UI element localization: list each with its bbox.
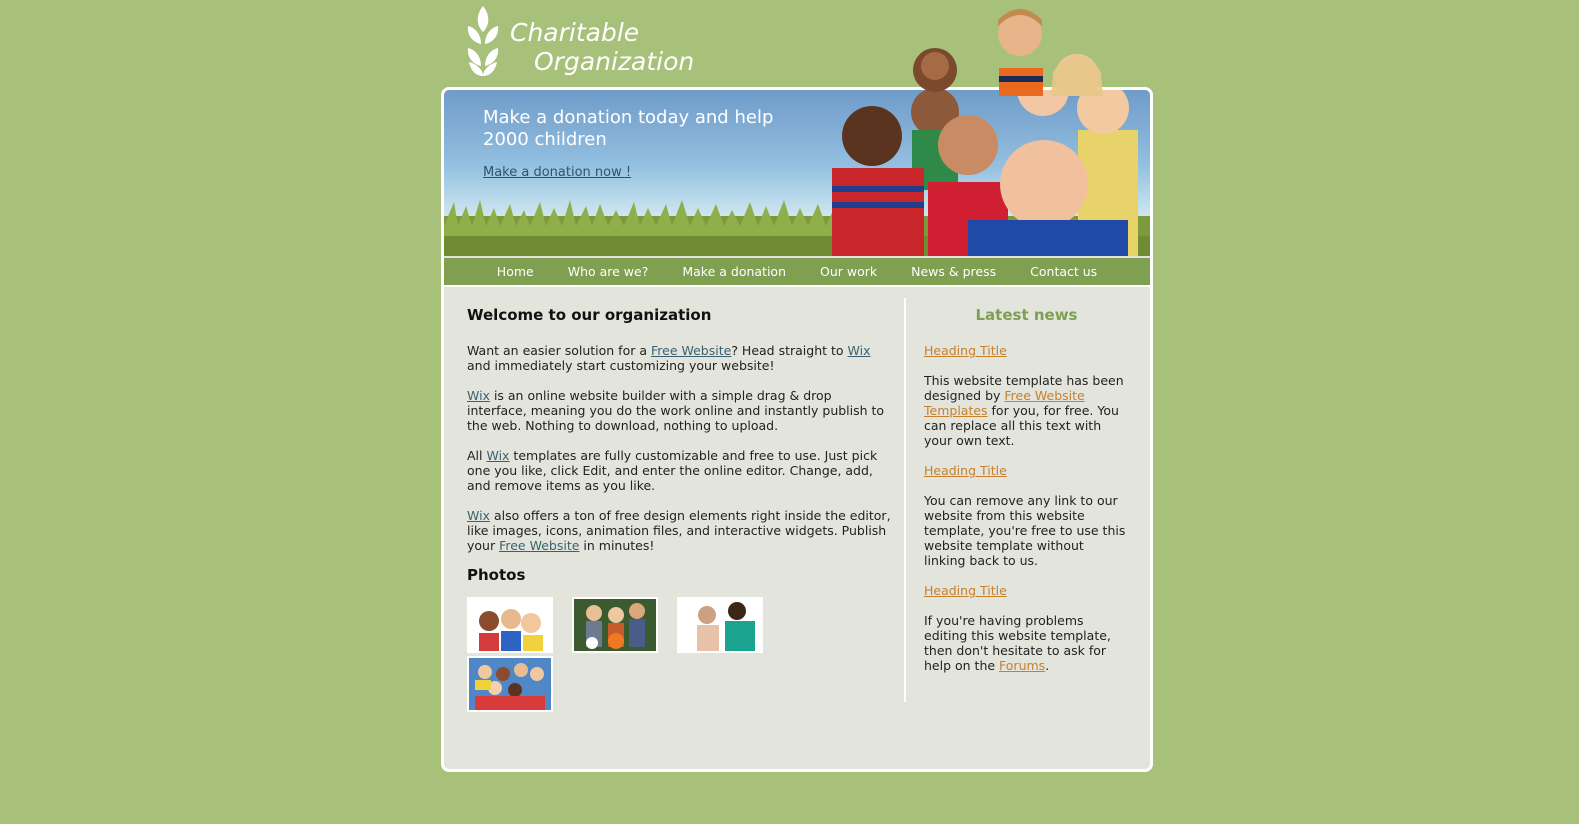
news-item-text: If you're having problems editing this w…	[924, 613, 1111, 673]
news-sidebar: Latest news Heading Title This website t…	[924, 300, 1129, 688]
wix-link[interactable]: Wix	[467, 388, 490, 403]
paragraph-3: All Wix templates are fully customizable…	[467, 448, 878, 493]
brand-line1: Charitable	[510, 18, 640, 47]
photo-thumbnail[interactable]	[572, 597, 658, 653]
wheat-icon	[467, 6, 499, 76]
photo-gallery	[467, 597, 807, 715]
photo-thumbnail[interactable]	[467, 656, 553, 712]
nav-who-are-we[interactable]: Who are we?	[568, 264, 649, 279]
wix-link[interactable]: Wix	[848, 343, 871, 358]
main-nav: Home Who are we? Make a donation Our wor…	[444, 258, 1150, 287]
donate-now-link[interactable]: Make a donation now !	[483, 165, 631, 180]
sidebar-title: Latest news	[975, 306, 1078, 324]
news-item-text: This website template has been designed …	[924, 373, 1124, 448]
free-website-link[interactable]: Free Website	[651, 343, 731, 358]
news-heading-link[interactable]: Heading Title	[924, 583, 1129, 598]
nav-make-donation[interactable]: Make a donation	[682, 264, 786, 279]
news-heading-link[interactable]: Heading Title	[924, 463, 1129, 478]
nav-contact[interactable]: Contact us	[1030, 264, 1097, 279]
paragraph-2: Wix is an online website builder with a …	[467, 388, 885, 433]
free-website-link[interactable]: Free Website	[499, 538, 579, 553]
paragraph-4: Wix also offers a ton of free design ele…	[467, 508, 891, 553]
children-photo	[832, 90, 1138, 256]
column-divider	[904, 298, 906, 702]
nav-news-press[interactable]: News & press	[911, 264, 996, 279]
wix-link[interactable]: Wix	[486, 448, 509, 463]
wix-link[interactable]: Wix	[467, 508, 490, 523]
hero-banner: Make a donation today and help 2000 chil…	[444, 90, 1150, 256]
photos-heading: Photos	[467, 566, 526, 584]
banner-title: Make a donation today and help 2000 chil…	[483, 107, 774, 150]
paragraph-1: Want an easier solution for a Free Websi…	[467, 343, 871, 373]
nav-our-work[interactable]: Our work	[820, 264, 877, 279]
news-item-text: You can remove any link to our website f…	[924, 493, 1126, 568]
news-heading-link[interactable]: Heading Title	[924, 343, 1129, 358]
page: Charitable Organization Make a donation …	[441, 0, 1153, 772]
photo-thumbnail[interactable]	[467, 597, 553, 653]
children-heads-photo	[913, 9, 1103, 96]
photo-thumbnail[interactable]	[677, 597, 763, 653]
main-content: Welcome to our organization Want an easi…	[467, 300, 891, 715]
forums-link[interactable]: Forums	[999, 658, 1045, 673]
logo[interactable]: Charitable Organization	[465, 4, 705, 80]
nav-home[interactable]: Home	[497, 264, 534, 279]
page-title: Welcome to our organization	[467, 306, 712, 324]
content-frame: Make a donation today and help 2000 chil…	[441, 87, 1153, 772]
brand-line2: Organization	[534, 47, 695, 76]
